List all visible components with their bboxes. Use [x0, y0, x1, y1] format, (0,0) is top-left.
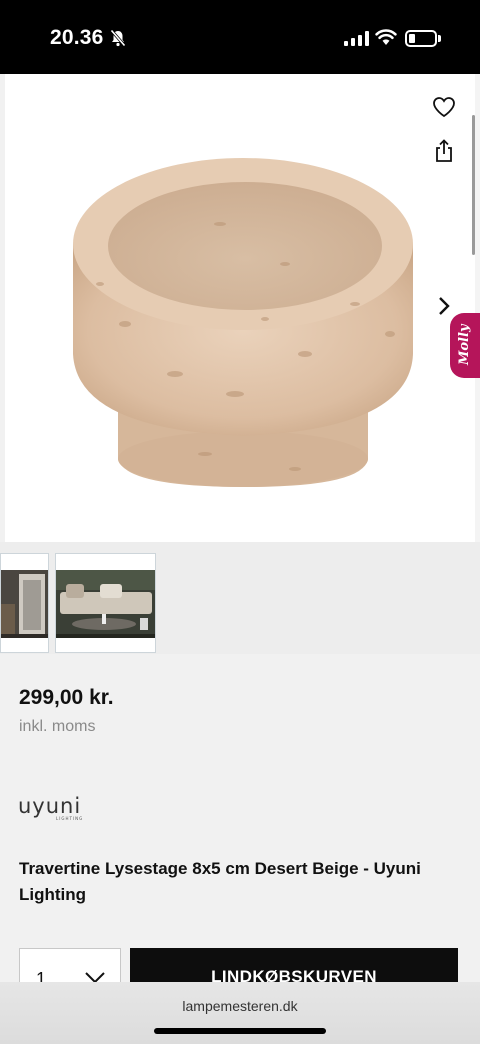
cellular-signal-icon	[344, 31, 369, 46]
home-indicator[interactable]	[154, 1028, 326, 1034]
product-image[interactable]	[5, 74, 475, 542]
heart-icon[interactable]	[432, 96, 456, 118]
brand-wordmark: uyuni	[18, 795, 81, 818]
chat-widget-tab[interactable]: Molly	[450, 313, 480, 378]
chevron-right-icon[interactable]	[436, 294, 452, 318]
battery-cap	[438, 35, 441, 42]
product-price: 299,00 kr.	[19, 686, 114, 709]
bell-slash-icon	[110, 29, 126, 47]
browser-address-bar[interactable]: lampemesteren.dk	[0, 982, 480, 1044]
status-time: 20.36	[50, 26, 104, 49]
thumbnail-image[interactable]	[0, 553, 49, 653]
brand-logo[interactable]: uyuni LIGHTING	[18, 794, 86, 821]
share-icon[interactable]	[434, 139, 454, 163]
product-title: Travertine Lysestage 8x5 cm Desert Beige…	[19, 859, 421, 904]
thumbnail-image[interactable]	[55, 553, 156, 653]
vat-note: inkl. moms	[19, 718, 96, 735]
scrollbar[interactable]	[472, 115, 475, 255]
wifi-icon	[375, 29, 397, 45]
chat-widget-label: Molly	[457, 324, 472, 366]
thumbnail-strip	[0, 542, 480, 654]
brand-wordmark-sub: LIGHTING	[56, 816, 83, 821]
url-text[interactable]: lampemesteren.dk	[0, 998, 480, 1014]
status-bar: 20.36	[0, 0, 480, 74]
carousel-edge	[475, 74, 480, 542]
travertine-bowl-image	[73, 158, 413, 487]
battery-icon	[405, 30, 437, 47]
